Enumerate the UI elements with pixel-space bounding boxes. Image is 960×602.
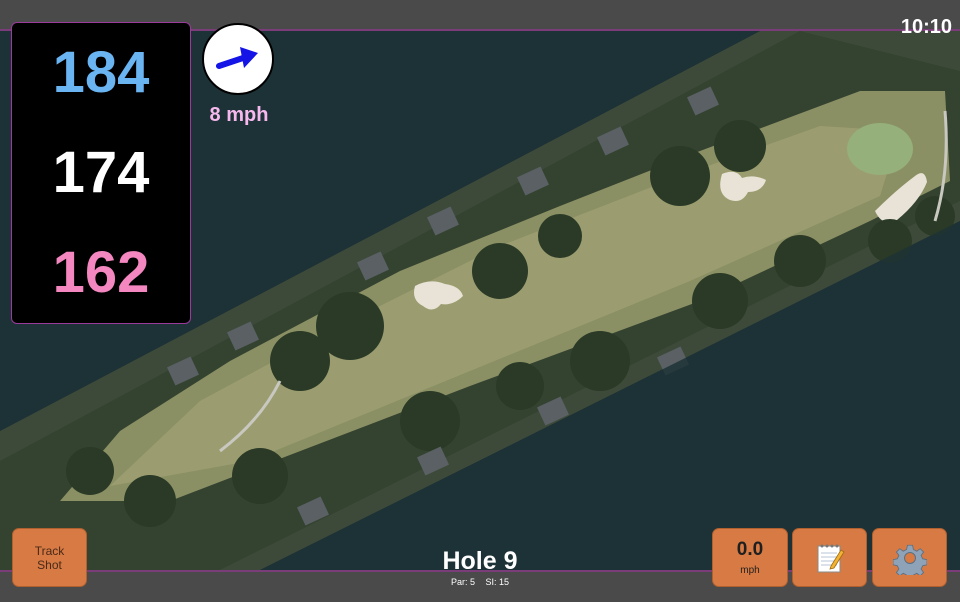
speed-value: 0.0 [736,538,764,560]
wind-speed: 8 mph [209,104,269,126]
hole-par: Par: 5 [450,577,475,587]
scorecard-notes-button[interactable] [792,528,867,587]
front-distance: 162 [52,240,150,305]
gear-icon [892,544,927,575]
hole-info: Par: 5 SI: 15 [380,577,580,587]
track-shot-label-line1: Track [34,543,65,558]
distance-panel: 184 174 162 [11,22,191,324]
clock: 10:10 [900,16,952,38]
track-shot-button[interactable]: Track Shot [12,528,87,587]
hole-stroke-index: SI: 15 [485,577,510,587]
speed-button[interactable]: 0.0 mph [712,528,788,587]
settings-button[interactable] [872,528,947,587]
hole-title: Hole 9 [442,547,518,575]
wind-indicator [202,23,274,95]
track-shot-label-line2: Shot [37,557,62,572]
back-distance: 184 [52,40,150,105]
wind-direction-arrow-icon [216,47,258,69]
speed-unit: mph [740,564,760,576]
notepad-icon [817,544,845,572]
middle-distance: 174 [52,140,150,205]
